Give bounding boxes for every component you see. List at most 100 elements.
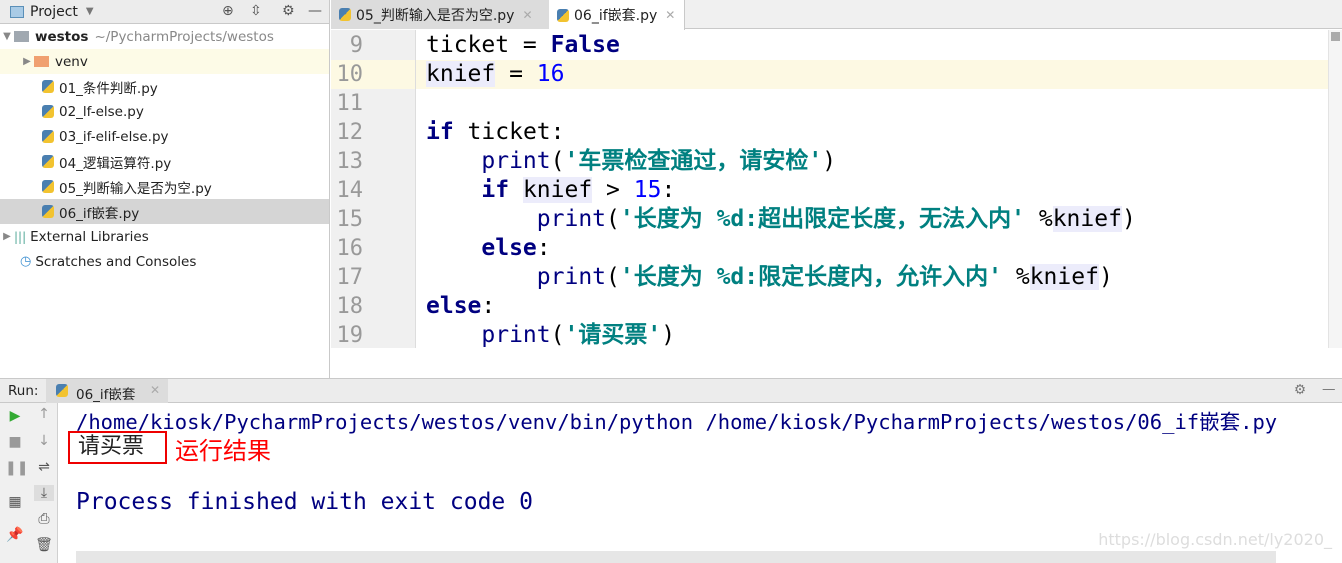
line-number: 9 <box>349 33 363 58</box>
tree-root-westos[interactable]: ▼ westos ~/PycharmProjects/westos <box>0 24 329 49</box>
editor-tabs: 05_判断输入是否为空.py ✕ 06_if嵌套.py ✕ <box>331 0 1342 30</box>
tree-item-file[interactable]: 02_lf-else.py <box>0 99 329 124</box>
collapsed-arrow-icon[interactable]: ▶ <box>0 231 14 242</box>
python-file-icon <box>557 8 569 22</box>
code-token: '长度为 %d:限定长度内，允许入内' <box>619 264 1002 290</box>
code-token: : <box>481 293 496 319</box>
trash-icon[interactable]: 🗑 <box>34 537 54 553</box>
tree-item-file[interactable]: 05_判断输入是否为空.py <box>0 174 329 199</box>
line-number: 11 <box>336 91 364 116</box>
horizontal-scrollbar[interactable] <box>76 551 1276 563</box>
chevron-down-icon[interactable]: ▼ <box>86 6 94 17</box>
scroll-to-end-icon[interactable]: ⤓ <box>34 485 54 501</box>
tree-item-external-libraries[interactable]: ▶ ||| External Libraries <box>0 224 329 249</box>
code-line: knief = 16 <box>426 60 565 89</box>
pin-icon[interactable]: 📌 <box>5 527 25 543</box>
project-panel-header: Project ▼ ⊕ ⇳ ⚙ — <box>0 0 329 24</box>
code-token: ticket: <box>453 119 565 145</box>
pause-icon[interactable]: ❚❚ <box>5 460 28 476</box>
tree-item-label: 05_判断输入是否为空.py <box>59 180 212 197</box>
tree-item-file[interactable]: 03_if-elif-else.py <box>0 124 329 149</box>
soft-wrap-icon[interactable]: ⇌ <box>34 459 54 475</box>
gear-icon[interactable]: ⚙ <box>282 3 295 19</box>
code-token: 15 <box>633 177 662 203</box>
up-arrow-icon[interactable]: ↑ <box>34 406 54 422</box>
line-number: 19 <box>336 323 364 348</box>
print-icon[interactable]: ⎙ <box>34 511 54 527</box>
locate-icon[interactable]: ⊕ <box>222 3 234 19</box>
code-line: print('车票检查通过，请安检') <box>426 147 836 176</box>
run-label: Run: <box>8 383 39 399</box>
python-file-icon <box>42 105 54 118</box>
minimize-icon[interactable]: — <box>1322 381 1336 397</box>
python-file-icon <box>42 180 54 193</box>
code-token: % <box>1001 264 1030 290</box>
run-tab[interactable]: 06_if嵌套 ✕ <box>46 379 168 403</box>
rerun-icon[interactable]: ▶ <box>5 408 25 424</box>
project-view-icon <box>10 5 24 18</box>
inspection-status-icon[interactable] <box>1331 32 1340 41</box>
tree-item-file[interactable]: 06_if嵌套.py <box>0 199 329 224</box>
code-token: knief <box>522 177 593 203</box>
code-token: print <box>536 206 607 232</box>
line-number: 16 <box>336 236 364 261</box>
expanded-arrow-icon[interactable]: ▼ <box>0 31 14 42</box>
close-icon[interactable]: ✕ <box>665 8 675 22</box>
code-line: else: <box>426 234 550 263</box>
scratches-icon: ◷ <box>20 254 32 269</box>
tab-05[interactable]: 05_判断输入是否为空.py ✕ <box>331 0 556 29</box>
code-token: ( <box>606 206 620 232</box>
code-token: print <box>481 148 551 174</box>
code-token: ) <box>822 148 837 174</box>
tree-item-file[interactable]: 01_条件判断.py <box>0 74 329 99</box>
console-exit-message: Process finished with exit code 0 <box>76 489 533 515</box>
collapsed-arrow-icon[interactable]: ▶ <box>20 56 34 67</box>
library-icon: ||| <box>14 229 27 244</box>
code-token: print <box>536 264 607 290</box>
run-tab-label: 06_if嵌套 <box>76 387 136 403</box>
project-view-selector[interactable]: Project <box>30 4 78 20</box>
tree-item-file[interactable]: 04_逻辑运算符.py <box>0 149 329 174</box>
folder-icon <box>14 31 29 42</box>
code-line: print('请买票') <box>426 321 675 350</box>
code-line: if ticket: <box>426 118 564 147</box>
tree-item-label: Scratches and Consoles <box>35 253 197 270</box>
code-token: if <box>481 177 510 203</box>
root-path: ~/PycharmProjects/westos <box>94 28 274 45</box>
python-icon <box>56 384 68 397</box>
gear-icon[interactable]: ⚙ <box>1294 382 1306 398</box>
tree-item-label: 02_lf-else.py <box>59 103 144 120</box>
error-stripe[interactable] <box>1328 30 1342 348</box>
code-token: '车票检查通过，请安检' <box>564 148 823 174</box>
stop-icon[interactable]: ■ <box>5 434 25 450</box>
tab-06[interactable]: 06_if嵌套.py ✕ <box>549 0 685 30</box>
tree-item-venv[interactable]: ▶ venv <box>0 49 329 74</box>
annotation-label: 运行结果 <box>175 437 271 465</box>
tree-item-scratches[interactable]: ◷ Scratches and Consoles <box>0 249 329 274</box>
code-token: else <box>426 293 482 319</box>
close-icon[interactable]: ✕ <box>150 383 160 397</box>
code-token: ) <box>661 322 676 348</box>
tab-label: 05_判断输入是否为空.py <box>356 7 515 24</box>
tab-label: 06_if嵌套.py <box>574 8 658 24</box>
minimize-icon[interactable]: — <box>308 3 322 19</box>
code-token: print <box>481 322 551 348</box>
code-token: ) <box>1121 206 1136 232</box>
code-editor[interactable]: ticket = False knief = 16 if ticket: print… <box>416 30 1328 348</box>
close-icon[interactable]: ✕ <box>522 8 532 22</box>
code-token: ) <box>1098 264 1113 290</box>
code-token: if <box>426 119 454 145</box>
line-number: 12 <box>336 120 364 145</box>
line-number: 18 <box>336 294 364 319</box>
code-token: ( <box>606 264 620 290</box>
tree-item-label: venv <box>55 53 88 70</box>
code-token: ( <box>550 148 565 174</box>
layout-icon[interactable]: ▦ <box>5 494 25 510</box>
code-token: else <box>481 235 537 261</box>
down-arrow-icon[interactable]: ↓ <box>34 433 54 449</box>
collapse-all-icon[interactable]: ⇳ <box>250 3 262 19</box>
folder-icon <box>34 56 49 67</box>
